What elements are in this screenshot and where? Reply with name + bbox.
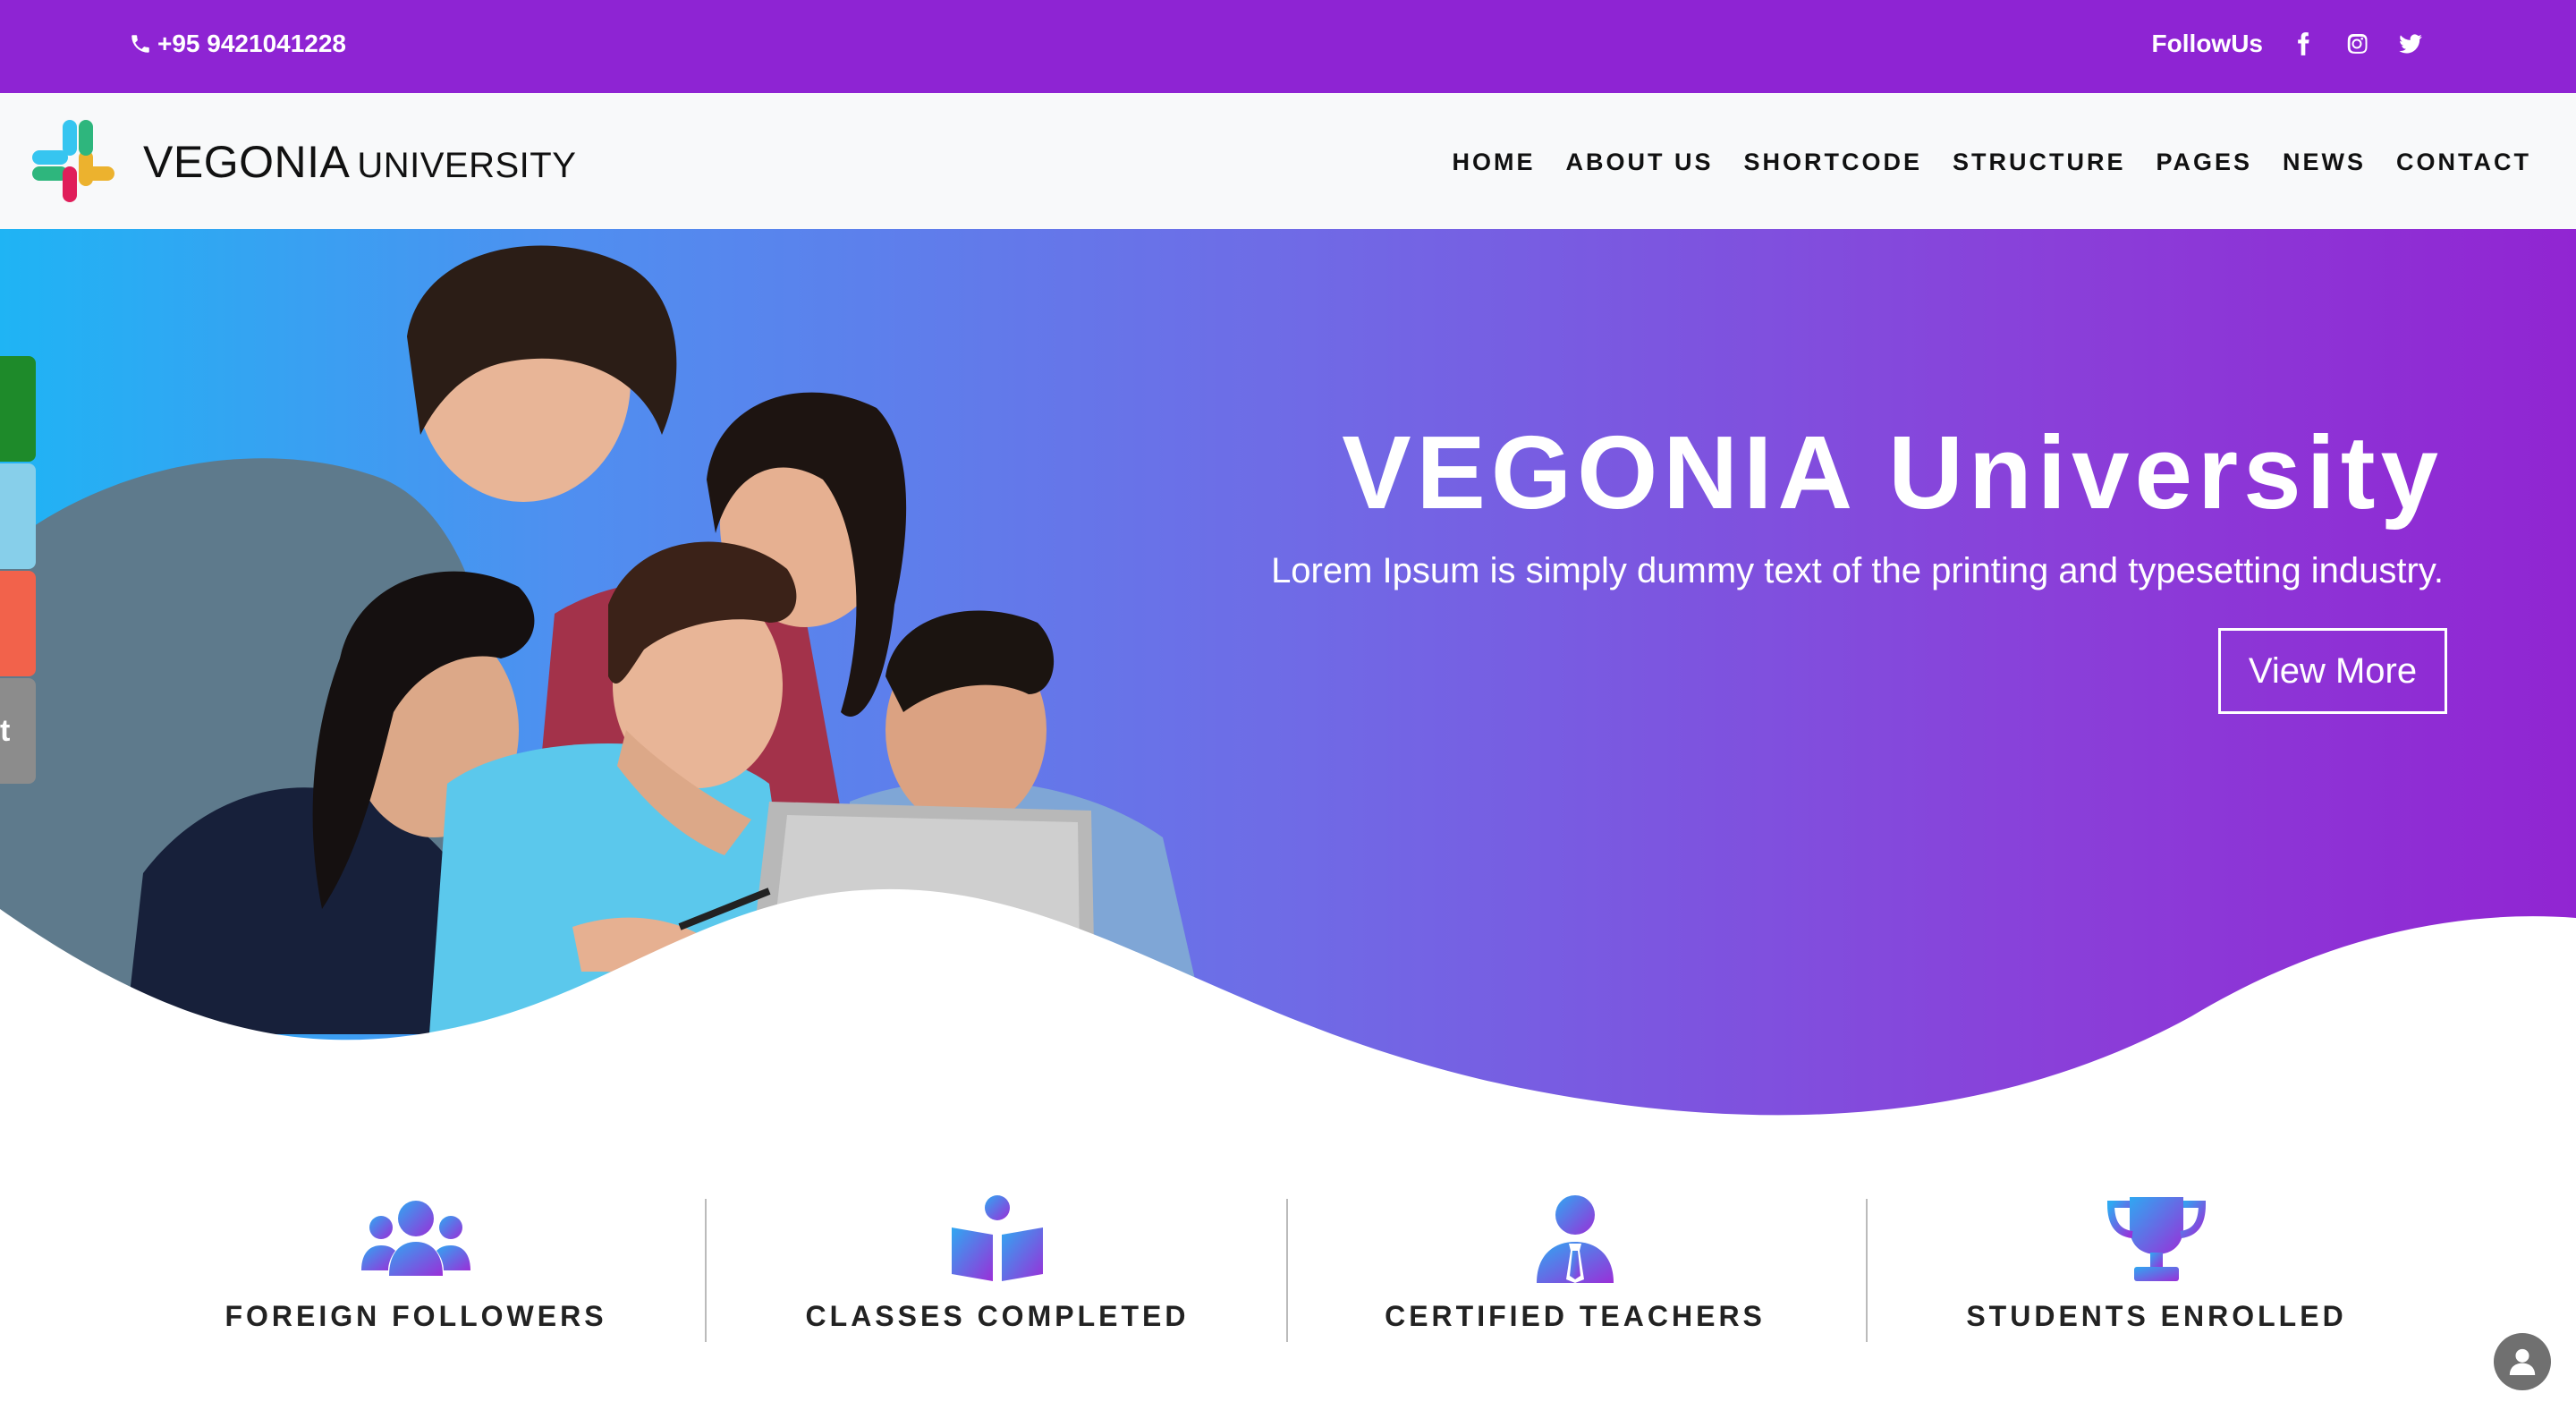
instagram-icon[interactable] [2343,30,2370,57]
brand-name[interactable]: VEGONIA UNIVERSITY [143,136,576,188]
brand-main: VEGONIA [143,137,351,187]
follow-label: FollowUs [2151,30,2263,57]
nav-shortcode[interactable]: SHORTCODE [1743,149,1922,176]
phone-contact[interactable]: +95 9421041228 [129,30,346,58]
feature-label: CERTIFIED TEACHERS [1385,1300,1766,1332]
page: { "topbar": { "phone": "+95 9421041228",… [0,0,2576,1410]
nav-contact[interactable]: CONTACT [2396,149,2531,176]
feature-students-enrolled: STUDENTS ENROLLED [1866,1193,2447,1363]
slack-logo-icon[interactable] [29,116,118,206]
hero-title: VEGONIA University [1342,414,2444,531]
side-tab-1[interactable] [0,356,36,462]
side-tab-2[interactable] [0,463,36,569]
view-more-button[interactable]: View More [2218,628,2447,714]
features-section: FOREIGN FOLLOWERS CLASSES COMPLETED CERT… [0,1163,2576,1410]
trophy-icon [2106,1197,2207,1281]
feature-label: STUDENTS ENROLLED [1966,1300,2347,1332]
phone-icon [131,35,149,53]
feature-certified-teachers: CERTIFIED TEACHERS [1284,1193,1866,1363]
nav-about-us[interactable]: ABOUT US [1565,149,1713,176]
phone-number: +95 9421041228 [157,30,346,57]
users-icon [361,1201,470,1276]
feature-label: FOREIGN FOLLOWERS [225,1300,607,1332]
hero-subtitle: Lorem Ipsum is simply dummy text of the … [1271,551,2444,590]
navbar: VEGONIA UNIVERSITY HOME ABOUT US SHORTCOD… [0,93,2576,229]
nav-structure[interactable]: STRUCTURE [1953,149,2126,176]
main-menu: HOME ABOUT US SHORTCODE STRUCTURE PAGES … [1452,149,2531,176]
feature-foreign-followers: FOREIGN FOLLOWERS [125,1193,707,1363]
side-tab-3[interactable] [0,571,36,676]
teacher-icon [1537,1195,1614,1283]
user-icon [2509,1348,2536,1375]
side-tab-4[interactable]: t [0,678,36,784]
nav-home[interactable]: HOME [1452,149,1535,176]
feature-label: CLASSES COMPLETED [805,1300,1190,1332]
hero-wave [0,888,2576,1133]
top-bar: +95 9421041228 FollowUs [0,0,2576,93]
follow-us: FollowUs [2152,30,2424,58]
feature-classes-completed: CLASSES COMPLETED [707,1193,1288,1363]
nav-pages[interactable]: PAGES [2156,149,2252,176]
twitter-icon[interactable] [2397,30,2424,57]
nav-news[interactable]: NEWS [2283,149,2366,176]
brand-sub: UNIVERSITY [357,146,577,185]
user-avatar-button[interactable] [2494,1333,2551,1390]
hero-banner: VEGONIA University Lorem Ipsum is simply… [0,229,2576,1133]
facebook-icon[interactable] [2290,30,2317,57]
book-icon [952,1195,1043,1281]
